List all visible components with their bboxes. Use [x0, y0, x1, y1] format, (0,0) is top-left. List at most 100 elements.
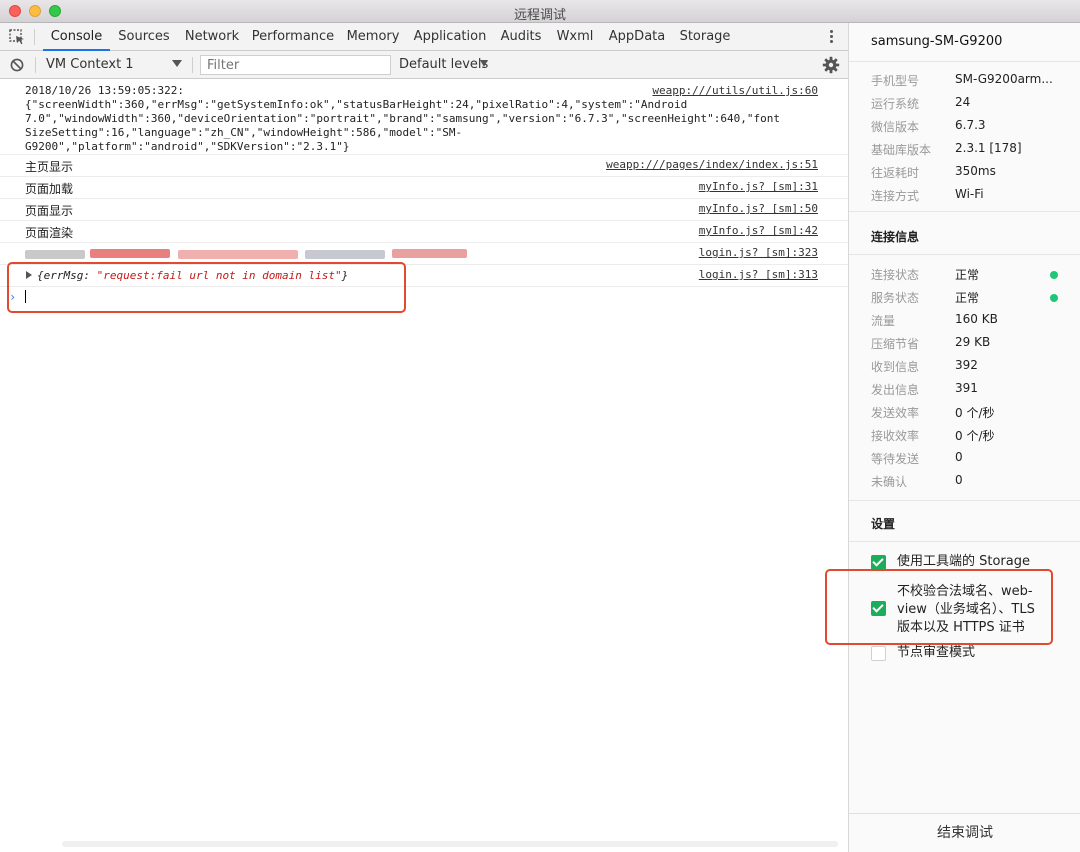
info-value: 24 [955, 95, 971, 109]
highlight-box [7, 262, 406, 313]
info-label: 连接方式 [871, 189, 920, 203]
log-line: 7.0","windowWidth":360,"deviceOrientatio… [25, 112, 780, 125]
connection-section-title: 连接信息 [871, 230, 920, 244]
info-label: 基础库版本 [871, 143, 932, 157]
divider [849, 500, 1080, 501]
source-link[interactable]: weapp:///utils/util.js:60 [652, 84, 818, 97]
info-label: 流量 [871, 314, 896, 328]
info-row: 发出信息 391 [849, 378, 1080, 401]
horizontal-scrollbar[interactable] [62, 841, 838, 847]
chevron-down-icon[interactable] [172, 60, 182, 67]
console-toolbar: VM Context 1 Default levels [0, 51, 848, 79]
info-label: 未确认 [871, 475, 908, 489]
info-value: 正常 [955, 268, 980, 282]
log-line: SizeSetting":16,"language":"zh_CN","wind… [25, 126, 463, 139]
info-row: 手机型号 SM-G9200arm... [849, 69, 1080, 92]
gear-icon[interactable] [822, 56, 840, 74]
use-tool-storage-checkbox[interactable] [871, 555, 886, 570]
info-label: 服务状态 [871, 291, 920, 305]
tab-performance[interactable]: Performance [251, 23, 335, 51]
source-link[interactable]: myInfo.js? [sm]:31 [699, 180, 818, 193]
log-text: 页面显示 [25, 204, 74, 218]
status-ok-dot [1050, 294, 1058, 302]
info-row: 基础库版本 2.3.1 [178] [849, 138, 1080, 161]
log-levels-dropdown[interactable]: Default levels [399, 57, 488, 72]
info-label: 往返耗时 [871, 166, 920, 180]
tab-separator [34, 29, 35, 45]
info-label: 发送效率 [871, 406, 920, 420]
log-text: 主页显示 [25, 160, 74, 174]
inspect-element-icon[interactable] [9, 29, 25, 45]
source-link[interactable]: weapp:///pages/index/index.js:51 [606, 158, 818, 171]
info-value: 0 个/秒 [955, 429, 995, 443]
context-selector[interactable]: VM Context 1 [46, 57, 134, 72]
device-name: samsung-SM-G9200 [871, 34, 1003, 49]
info-row: 连接状态 正常 [849, 263, 1080, 286]
info-label: 连接状态 [871, 268, 920, 282]
info-value: Wi-Fi [955, 187, 984, 201]
tab-appdata[interactable]: AppData [606, 23, 668, 51]
info-row: 流量 160 KB [849, 309, 1080, 332]
console-message: 主页显示 weapp:///pages/index/index.js:51 [0, 155, 848, 177]
info-value: SM-G9200arm... [955, 72, 1053, 86]
toolbar-separator [192, 57, 193, 73]
tab-memory[interactable]: Memory [343, 23, 403, 51]
tab-wxml[interactable]: Wxml [552, 23, 598, 51]
tab-sources[interactable]: Sources [113, 23, 175, 51]
redacted-block [178, 250, 298, 259]
tab-application[interactable]: Application [411, 23, 489, 51]
info-value: 160 KB [955, 312, 998, 326]
filter-input[interactable] [200, 55, 391, 75]
console-message: 2018/10/26 13:59:05:322: {"screenWidth":… [0, 80, 848, 155]
end-debug-button[interactable]: 结束调试 [849, 813, 1080, 852]
redacted-block [90, 249, 170, 258]
tab-console[interactable]: Console [43, 23, 110, 51]
redacted-block [25, 250, 85, 259]
divider [849, 254, 1080, 255]
node-inspect-mode-label[interactable]: 节点审查模式 [897, 644, 975, 662]
info-label: 发出信息 [871, 383, 920, 397]
chevron-down-icon[interactable] [480, 60, 488, 67]
info-value: 0 [955, 450, 963, 464]
node-inspect-mode-checkbox[interactable] [871, 646, 886, 661]
tab-storage[interactable]: Storage [677, 23, 733, 51]
info-value: 392 [955, 358, 978, 372]
toolbar-separator [35, 57, 36, 73]
info-label: 微信版本 [871, 120, 920, 134]
info-label: 收到信息 [871, 360, 920, 374]
devtools-tab-bar: Console Sources Network Performance Memo… [0, 23, 848, 51]
info-row: 发送效率 0 个/秒 [849, 401, 1080, 424]
info-row: 往返耗时 350ms [849, 161, 1080, 184]
info-label: 压缩节省 [871, 337, 920, 351]
source-link[interactable]: login.js? [sm]:313 [699, 268, 818, 281]
devtools-pane: Console Sources Network Performance Memo… [0, 23, 848, 852]
remote-debug-window: 远程调试 Console Sources Network Performance… [0, 0, 1080, 852]
info-value: 2.3.1 [178] [955, 141, 1022, 155]
tab-audits[interactable]: Audits [497, 23, 545, 51]
highlight-box [825, 569, 1053, 645]
info-row: 运行系统 24 [849, 92, 1080, 115]
source-link[interactable]: myInfo.js? [sm]:50 [699, 202, 818, 215]
info-label: 等待发送 [871, 452, 920, 466]
source-link[interactable]: login.js? [sm]:323 [699, 246, 818, 259]
source-link[interactable]: myInfo.js? [sm]:42 [699, 224, 818, 237]
redacted-block [392, 249, 467, 258]
log-text: 页面渲染 [25, 226, 74, 240]
divider [849, 211, 1080, 212]
clear-console-icon[interactable] [10, 58, 24, 72]
settings-section-title: 设置 [871, 517, 896, 531]
info-row: 等待发送 0 [849, 447, 1080, 470]
log-line: G9200","platform":"android","SDKVersion"… [25, 140, 350, 153]
console-output: 2018/10/26 13:59:05:322: {"screenWidth":… [0, 80, 848, 852]
divider [849, 541, 1080, 542]
info-value: 6.7.3 [955, 118, 986, 132]
status-ok-dot [1050, 271, 1058, 279]
info-value: 350ms [955, 164, 996, 178]
tab-network[interactable]: Network [181, 23, 243, 51]
log-line: 2018/10/26 13:59:05:322: [25, 84, 184, 97]
more-options-icon[interactable] [826, 28, 836, 46]
info-label: 手机型号 [871, 74, 920, 88]
info-row: 服务状态 正常 [849, 286, 1080, 309]
console-message: 页面渲染 myInfo.js? [sm]:42 [0, 221, 848, 243]
info-row: 微信版本 6.7.3 [849, 115, 1080, 138]
